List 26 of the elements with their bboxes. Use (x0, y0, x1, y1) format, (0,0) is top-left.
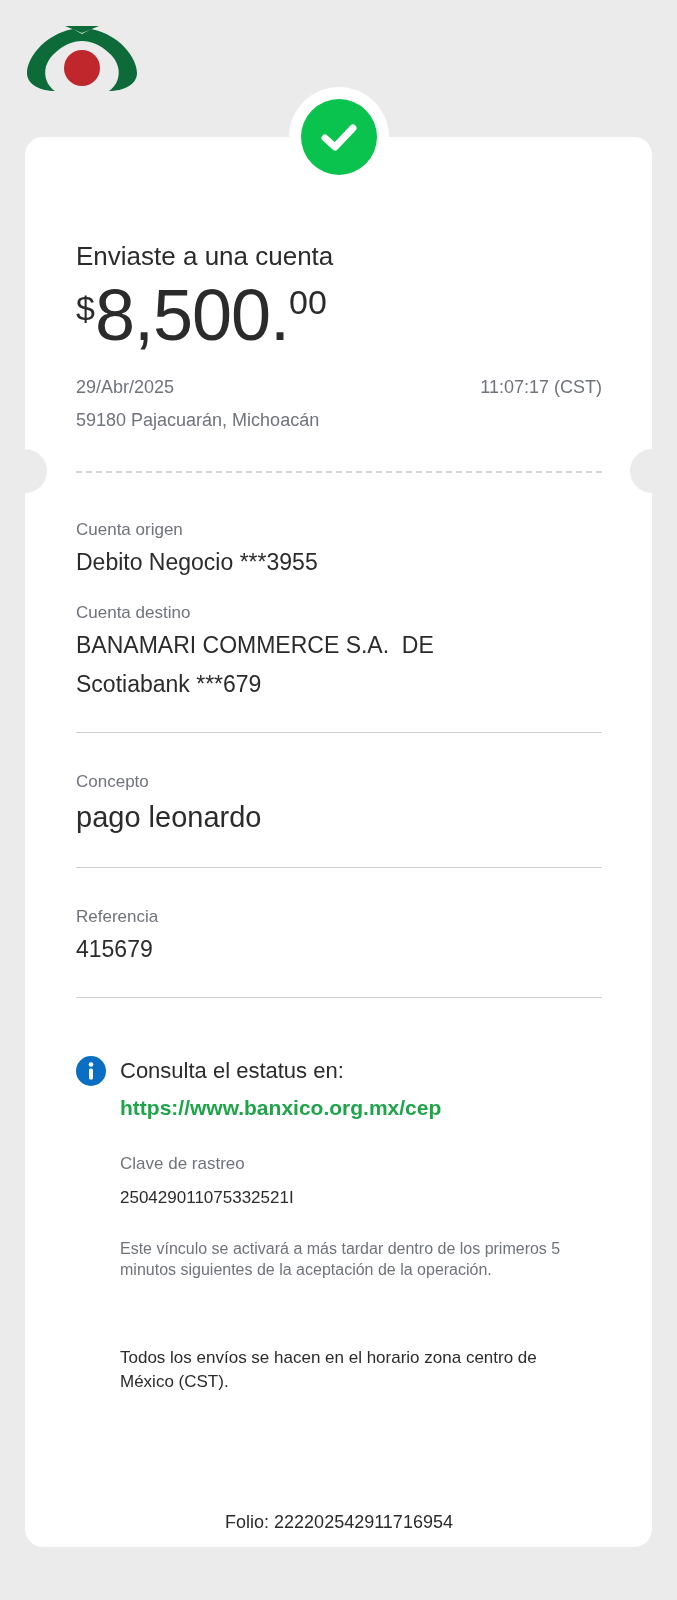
location: 59180 Pajacuarán, Michoacán (76, 410, 321, 431)
field-value: Scotiabank ***679 (76, 670, 263, 699)
tracking-value: 250429011075332521I (120, 1188, 295, 1208)
info-icon (76, 1056, 106, 1086)
timezone-note: Todos los envíos se hacen en el horario zona centro de México (CST). (120, 1347, 538, 1393)
currency-symbol: $ (76, 289, 95, 327)
amount: 8,500. (94, 277, 290, 353)
status-text: Consulta el estatus en: (120, 1058, 344, 1084)
status-link[interactable]: https://www.banxico.org.mx/cep (120, 1096, 442, 1120)
transfer-title: Enviaste a una cuenta (76, 240, 335, 273)
field-value: 415679 (76, 935, 154, 964)
field-value: Debito Negocio ***3955 (76, 548, 319, 577)
field-label: Concepto (76, 771, 150, 793)
field-value: BANAMARI COMMERCE S.A. DE (76, 631, 435, 660)
folio: Folio: 222202542911716954 (224, 1512, 454, 1533)
tracking-label: Clave de rastreo (120, 1154, 246, 1174)
time: 11:07:17 (CST) (480, 377, 602, 398)
check-icon (300, 99, 377, 175)
field-label: Referencia (76, 906, 160, 928)
amount-cents: 00 (289, 283, 327, 322)
field-label: Cuenta destino (76, 602, 192, 624)
date: 29/Abr/2025 (76, 377, 175, 398)
activation-note: Este vínculo se activará a más tardar dentro de los primeros 5 minutos siguientes de la aceptación de la operación. (120, 1239, 562, 1280)
logo-icon (25, 25, 139, 93)
field-value: pago leonardo (76, 800, 263, 835)
field-label: Cuenta origen (76, 519, 184, 541)
